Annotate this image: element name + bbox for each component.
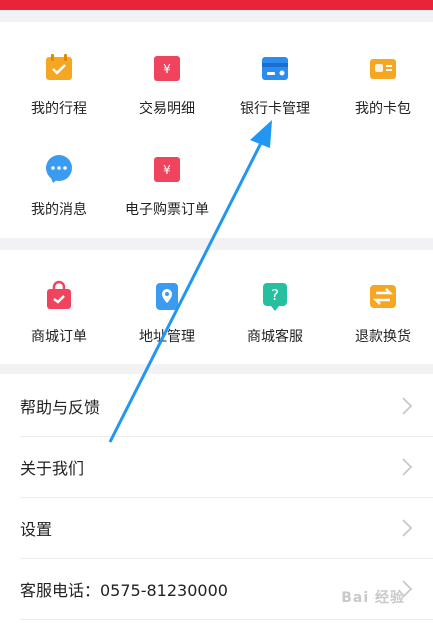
svg-text:?: ? [271, 286, 279, 304]
grid-label: 电子购票订单 [125, 202, 209, 218]
row-help-feedback[interactable]: 帮助与反馈 [20, 376, 433, 437]
row-label: 关于我们 [20, 459, 85, 478]
grid-item-card-wallet[interactable]: 我的卡包 [329, 52, 433, 118]
grid-item-my-messages[interactable]: 我的消息 [5, 153, 113, 219]
chevron-right-icon [395, 516, 419, 540]
row-label: 客服电话：0575-81230000 [20, 581, 228, 600]
grid-item-bank-cards[interactable]: 银行卡管理 [221, 52, 329, 118]
grid-label: 退款换货 [355, 329, 411, 345]
grid-label: 银行卡管理 [240, 101, 310, 117]
refund-icon [367, 280, 399, 312]
grid-item-my-trips[interactable]: 我的行程 [5, 52, 113, 118]
grid-item-e-ticket-orders[interactable]: ¥ 电子购票订单 [113, 153, 221, 219]
grid-label: 我的卡包 [355, 101, 411, 117]
grid-label: 商城客服 [247, 329, 303, 345]
message-icon [43, 153, 75, 185]
location-icon [151, 280, 183, 312]
grid-label: 地址管理 [139, 329, 195, 345]
e-ticket-icon: ¥ [151, 153, 183, 185]
service-grid-card: 我的行程 ¥ 交易明细 银行卡管理 我的卡包 我的消息 ¥ 电子购票订单 [0, 22, 433, 238]
bank-card-icon [259, 52, 291, 84]
shopping-bag-icon [43, 280, 75, 312]
help-icon: ? [259, 280, 291, 312]
ticket-icon: ¥ [151, 52, 183, 84]
grid-item-refund-exchange[interactable]: 退款换货 [329, 280, 433, 346]
chevron-right-icon [395, 394, 419, 418]
card-wallet-icon [367, 52, 399, 84]
svg-text:¥: ¥ [163, 62, 171, 76]
row-label: 设置 [20, 520, 53, 539]
grid-label: 商城订单 [31, 329, 87, 345]
grid-label: 我的行程 [31, 101, 87, 117]
svg-text:¥: ¥ [163, 163, 171, 177]
grid-label: 交易明细 [139, 101, 195, 117]
grid-item-mall-service[interactable]: ? 商城客服 [221, 280, 329, 346]
row-label: 帮助与反馈 [20, 398, 101, 417]
header-bar [0, 0, 433, 10]
grid-label: 我的消息 [31, 202, 87, 218]
mall-grid-card: 商城订单 地址管理 ? 商城客服 退款换货 [0, 250, 433, 364]
grid-item-mall-orders[interactable]: 商城订单 [5, 280, 113, 346]
grid-item-address-management[interactable]: 地址管理 [113, 280, 221, 346]
row-about-us[interactable]: 关于我们 [20, 437, 433, 498]
grid-item-transactions[interactable]: ¥ 交易明细 [113, 52, 221, 118]
watermark: Bai 经验 [341, 590, 405, 606]
chevron-right-icon [395, 455, 419, 479]
row-settings[interactable]: 设置 [20, 498, 433, 559]
calendar-icon [43, 52, 75, 84]
